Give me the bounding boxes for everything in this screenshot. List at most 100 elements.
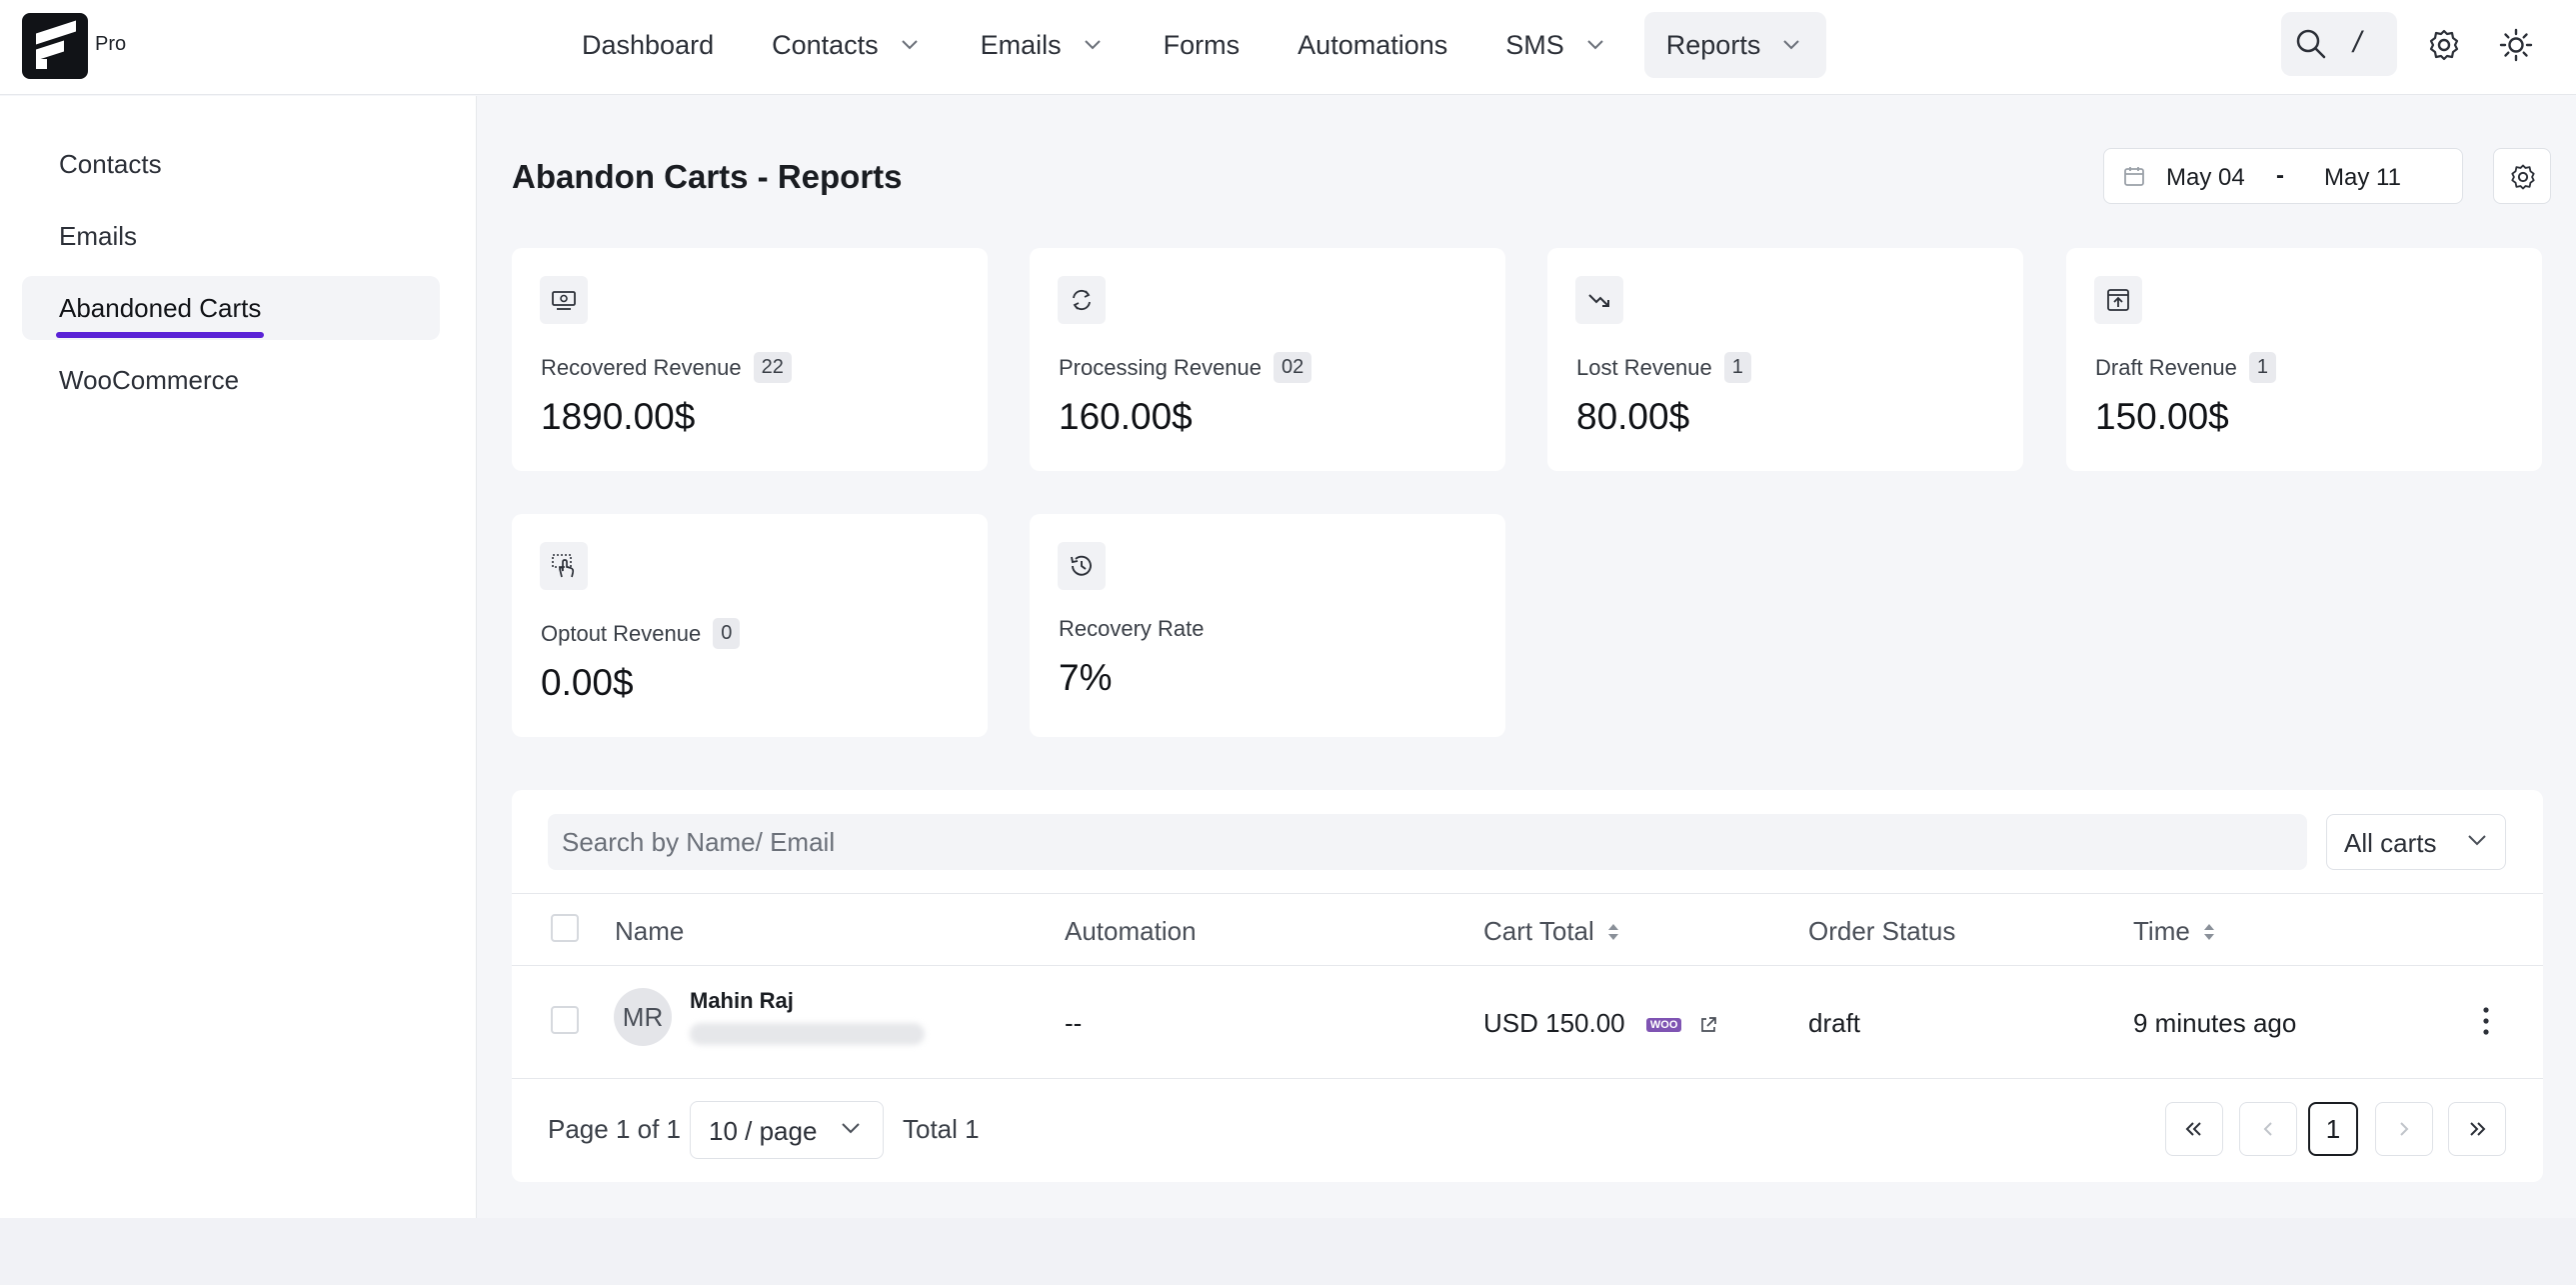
stat-label: Lost Revenue [1576,354,1712,380]
chevron-down-icon [1586,34,1608,56]
report-settings-button[interactable] [2493,148,2551,204]
date-start[interactable]: May 04 [2166,164,2245,192]
external-link-icon[interactable] [1699,1016,1717,1034]
date-range-picker[interactable]: May 04 - May 11 [2103,148,2463,204]
nav-automations[interactable]: Automations [1276,12,1469,78]
chevron-down-icon [901,34,923,56]
column-header-cart-total[interactable]: Cart Total [1483,916,1620,947]
page-footer-area [0,1218,2576,1285]
main-nav: Dashboard Contacts Emails Forms Automati… [560,12,1840,78]
total-count: Total 1 [903,1114,980,1144]
chevron-left-icon [2263,1122,2272,1136]
sort-icon[interactable] [2202,921,2216,943]
first-page-button[interactable] [2165,1102,2223,1156]
stat-count-badge: 1 [1723,352,1751,383]
column-header-time[interactable]: Time [2133,916,2216,947]
order-status-cell: draft [1808,1008,1861,1038]
sort-icon[interactable] [1606,921,1620,943]
row-checkbox[interactable] [551,1006,579,1034]
column-header-automation: Automation [1065,916,1197,946]
stat-count-badge: 22 [753,352,792,383]
page-info: Page 1 of 1 [548,1114,681,1144]
search-icon [2296,29,2326,59]
theme-toggle-sun-icon[interactable] [2499,28,2533,62]
cart-status-filter[interactable]: All carts [2326,814,2506,870]
top-navbar: Pro Dashboard Contacts Emails Forms Auto… [0,0,2576,95]
chevron-down-icon [842,1123,860,1134]
stat-card-draft-revenue: Draft Revenue 1 150.00$ [2066,248,2542,471]
draft-upload-icon [2094,276,2142,324]
select-all-checkbox[interactable] [551,914,579,942]
stat-card-optout-revenue: Optout Revenue 0 0.00$ [512,514,988,737]
gear-icon[interactable] [2427,28,2461,62]
stat-card-lost-revenue: Lost Revenue 1 80.00$ [1547,248,2023,471]
search-shortcut-key: / [2353,26,2362,59]
stat-value: 7% [1059,657,1113,698]
woocommerce-icon: WOO [1645,1018,1682,1033]
contact-name[interactable]: Mahin Raj [690,988,794,1014]
column-header-name: Name [615,916,685,946]
chevron-down-icon [1084,34,1106,56]
more-actions-icon[interactable] [2473,1004,2499,1038]
column-header-order-status: Order Status [1808,916,1956,946]
global-search-button[interactable]: / [2281,12,2397,76]
nav-dashboard[interactable]: Dashboard [560,12,736,78]
stat-value: 80.00$ [1576,396,1690,437]
stat-card-recovery-rate: Recovery Rate 7% [1030,514,1505,737]
page-title: Abandon Carts - Reports [512,158,903,195]
sidebar-item-abandoned-carts[interactable]: Abandoned Carts [22,276,440,340]
nav-reports[interactable]: Reports [1643,12,1827,78]
calendar-icon [2124,167,2144,186]
cart-total-cell: USD 150.00 WOO [1483,1008,1717,1039]
chevron-down-icon [2468,835,2486,846]
sidebar-item-woocommerce[interactable]: WooCommerce [22,348,440,412]
stat-value: 150.00$ [2095,396,2229,437]
next-page-button[interactable] [2375,1102,2433,1156]
contact-email-redacted [690,1023,925,1045]
nav-forms[interactable]: Forms [1142,12,1263,78]
date-end[interactable]: May 11 [2324,164,2401,192]
date-separator: - [2276,162,2284,189]
table-header: Name Automation Cart Total Order Status … [512,893,2543,966]
stat-count-badge: 02 [1274,352,1312,383]
automation-cell: -- [1065,1008,1083,1038]
stat-label: Processing Revenue [1059,354,1263,380]
sidebar-item-contacts[interactable]: Contacts [22,132,440,196]
table-row[interactable]: MR Mahin Raj -- USD 150.00 WOO draft 9 m… [512,966,2543,1079]
avatar: MR [614,988,672,1046]
nav-sms[interactable]: SMS [1483,12,1630,78]
abandoned-carts-table-panel: All carts Name Automation Cart Total Ord… [512,790,2543,1182]
history-icon [1058,542,1106,590]
double-chevron-right-icon [2470,1122,2486,1136]
stat-value: 1890.00$ [541,396,696,437]
page-number-button[interactable]: 1 [2308,1102,2358,1156]
stat-label: Recovered Revenue [541,354,742,380]
trend-down-icon [1575,276,1623,324]
money-refund-icon [540,276,588,324]
stat-label: Draft Revenue [2095,354,2237,380]
stat-value: 0.00$ [541,662,634,703]
last-page-button[interactable] [2448,1102,2506,1156]
chevron-right-icon [2400,1122,2409,1136]
active-indicator [56,332,264,338]
nav-contacts[interactable]: Contacts [750,12,945,78]
search-input[interactable] [548,814,2307,870]
gear-icon [2511,164,2535,190]
stat-card-processing-revenue: Processing Revenue 02 160.00$ [1030,248,1505,471]
stat-label: Optout Revenue [541,620,702,646]
stat-card-recovered-revenue: Recovered Revenue 22 1890.00$ [512,248,988,471]
double-chevron-left-icon [2185,1122,2201,1136]
chevron-down-icon [1782,34,1804,56]
prev-page-button[interactable] [2239,1102,2297,1156]
stat-value: 160.00$ [1059,396,1193,437]
stat-label: Recovery Rate [1059,616,1205,641]
time-cell: 9 minutes ago [2133,1008,2297,1038]
per-page-select[interactable]: 10 / page [690,1101,884,1159]
sidebar-item-emails[interactable]: Emails [22,204,440,268]
processing-cycle-icon [1058,276,1106,324]
reports-sidebar: Contacts Emails Abandoned Carts WooComme… [0,96,477,1218]
stat-count-badge: 0 [713,618,741,649]
optout-hand-icon [540,542,588,590]
fluentcrm-logo[interactable] [22,13,88,79]
nav-emails[interactable]: Emails [959,12,1128,78]
